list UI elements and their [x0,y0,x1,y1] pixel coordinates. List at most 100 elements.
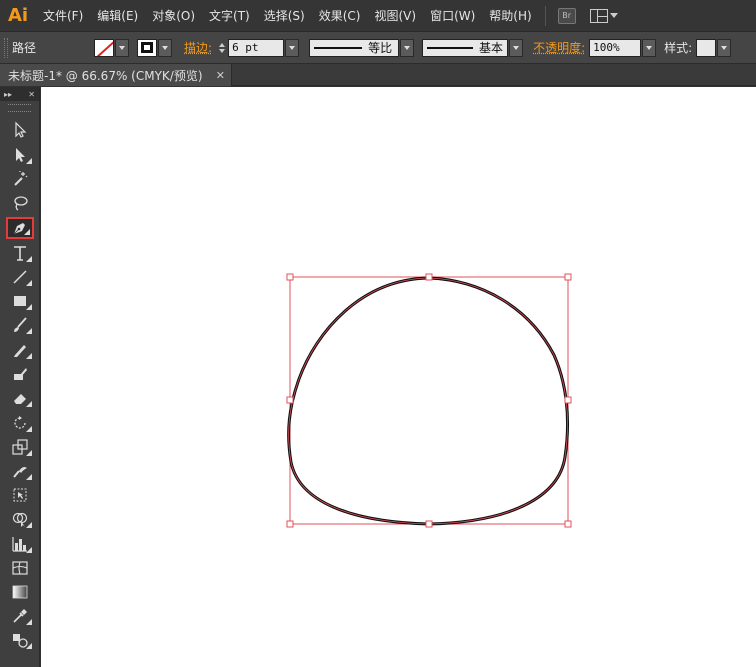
resize-handle[interactable] [564,396,572,404]
resize-handle[interactable] [286,520,294,528]
rotate-tool[interactable] [6,412,34,434]
variable-width-profile[interactable]: 等比 [309,38,400,57]
bridge-button[interactable]: Br [557,7,576,24]
chevron-down-icon [404,45,411,50]
resize-handle[interactable] [286,273,294,281]
object-type-label: 路径 [12,41,37,55]
app-logo: Ai [7,5,29,26]
gradient-tool[interactable] [6,581,34,603]
stroke-weight-field[interactable]: 6 pt [228,38,285,57]
resize-handle[interactable] [286,396,294,404]
tool-flyout-icon [26,547,32,553]
close-icon[interactable]: ✕ [216,69,225,82]
free-transform-tool[interactable] [6,484,34,506]
menu-effect[interactable]: 效果(C) [312,0,368,32]
selection-highlight [288,277,568,525]
document-tab-title: 未标题-1* @ 66.67% (CMYK/预览) [8,68,203,83]
resize-handle[interactable] [564,273,572,281]
menu-type[interactable]: 文字(T) [202,0,257,32]
free-transform-icon [13,488,27,502]
none-color-icon [95,39,114,56]
shape-builder-tool[interactable] [6,508,34,530]
blend-tool[interactable] [6,629,34,651]
resize-handle[interactable] [425,520,433,528]
brush-definition[interactable]: 基本 [422,38,509,57]
stroke-profile-line [314,46,363,49]
chevron-down-icon [646,45,653,50]
stroke-swatch[interactable] [137,38,158,57]
chevron-down-icon [721,45,728,50]
rectangle-tool[interactable] [6,290,34,312]
tool-flyout-icon [26,643,32,649]
graphic-style-swatch[interactable] [696,38,717,57]
eyedropper-tool[interactable] [6,605,34,627]
menu-select[interactable]: 选择(S) [257,0,312,32]
pen-tool[interactable] [6,217,34,239]
expand-panel-icon[interactable]: ▸▸ [4,90,12,99]
mesh-tool[interactable] [6,557,34,579]
resize-handle[interactable] [425,273,433,281]
document-tab[interactable]: 未标题-1* @ 66.67% (CMYK/预览) ✕ [0,64,232,86]
menu-window[interactable]: 窗口(W) [423,0,482,32]
magic-wand-icon [14,171,28,186]
stroke-dropdown[interactable] [158,38,173,57]
tool-flyout-icon [26,401,32,407]
stroke-weight-dropdown[interactable] [285,38,300,57]
pencil-tool[interactable] [6,339,34,361]
tool-flyout-icon [24,229,30,235]
paintbrush-tool[interactable] [6,314,34,336]
fill-swatch[interactable] [94,38,115,57]
resize-handle[interactable] [564,520,572,528]
opacity-label[interactable]: 不透明度: [533,39,585,56]
artboard-canvas[interactable] [41,87,756,667]
menu-divider [544,5,546,26]
magic-wand-tool[interactable] [6,168,34,190]
menu-file[interactable]: 文件(F) [36,0,90,32]
stroke-color-icon [141,42,154,53]
brush-definition-label: 基本 [479,41,504,55]
scale-tool[interactable] [6,436,34,458]
panel-grip[interactable] [8,104,31,112]
opacity-field[interactable]: 100% [589,38,642,57]
menu-edit[interactable]: 编辑(E) [90,0,145,32]
stroke-weight-stepper[interactable] [216,39,228,57]
style-label: 样式: [664,41,693,55]
tool-flyout-icon [26,280,32,286]
control-bar: 路径 描边: 6 pt 等比 基本 不透明度: 100% 样式: [0,32,756,64]
tools-panel: ▸▸ ✕ [0,87,40,667]
tool-flyout-icon [26,522,32,528]
menu-view[interactable]: 视图(V) [367,0,423,32]
chevron-down-icon [513,45,520,50]
step-down-icon [219,48,226,53]
chevron-down-icon [289,45,296,50]
blob-brush-tool[interactable] [6,363,34,385]
tool-flyout-icon [26,328,32,334]
direct-selection-tool[interactable] [6,144,34,166]
blob-brush-icon [14,368,27,380]
tool-flyout-icon [26,474,32,480]
line-segment-tool[interactable] [6,266,34,288]
selected-path[interactable] [287,276,570,526]
lasso-tool[interactable] [6,192,34,214]
panel-grip[interactable] [4,37,8,58]
workspace-layout-button[interactable] [589,8,618,23]
stroke-label[interactable]: 描边: [184,39,212,56]
menu-object[interactable]: 对象(O) [145,0,202,32]
chevron-down-icon [162,45,169,50]
selection-tool[interactable] [6,119,34,141]
type-tool[interactable] [6,242,34,264]
opacity-dropdown[interactable] [642,38,657,57]
brush-definition-dropdown[interactable] [509,38,524,57]
tool-flyout-icon [26,450,32,456]
variable-width-dropdown[interactable] [400,38,415,57]
fill-dropdown[interactable] [115,38,130,57]
close-icon[interactable]: ✕ [28,90,35,99]
tool-flyout-icon [26,256,32,262]
graphic-style-dropdown[interactable] [717,38,732,57]
column-graph-tool[interactable] [6,533,34,555]
artwork [286,273,572,528]
eraser-tool[interactable] [6,387,34,409]
warp-tool[interactable] [6,460,34,482]
menu-help[interactable]: 帮助(H) [482,0,538,32]
menu-bar: Ai 文件(F) 编辑(E) 对象(O) 文字(T) 选择(S) 效果(C) 视… [0,0,756,32]
